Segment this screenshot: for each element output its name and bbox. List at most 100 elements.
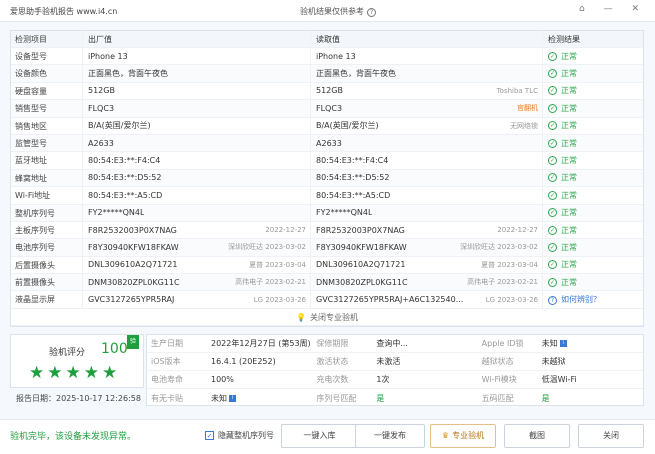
checkbox-icon[interactable]: ✓ xyxy=(205,431,214,440)
info-cell: Apple ID锁 未知 i xyxy=(478,338,643,349)
read-cell: DNM30820ZPL0KG11C 高伟电子 2023-02-21 xyxy=(311,274,543,291)
hide-serial-toggle[interactable]: ✓ 隐藏整机序列号 xyxy=(205,430,274,441)
read-value: A2633 xyxy=(316,138,342,148)
item-label: 电池序列号 xyxy=(11,239,83,256)
read-cell: FLQC3 官翻机 xyxy=(311,100,543,117)
info-value: 未知 xyxy=(211,393,227,403)
result-cell: ? 如何辨别？ xyxy=(543,291,643,307)
factory-cell: F8R2532003P0X7NAG 2022-12-27 xyxy=(83,221,311,239)
factory-note: LG 2023-03-26 xyxy=(253,295,306,304)
read-note: 深圳欣旺达 2023-03-02 xyxy=(460,243,538,252)
store-button[interactable]: 一键入库 xyxy=(281,424,358,448)
result-cell: ✓ 正常 xyxy=(543,274,643,290)
info-icon[interactable]: i xyxy=(559,340,567,347)
factory-value: 512GB xyxy=(88,86,115,96)
factory-value: DNL309610A2Q71721 xyxy=(88,260,178,270)
result-cell: ✓ 正常 xyxy=(543,222,643,238)
bottom-bar: 验机完毕，该设备未发现异常。 ✓ 隐藏整机序列号 一键入库 一键发布 ♛ 专业验机 … xyxy=(0,419,655,454)
read-value: 80:54:E3:**:A5:CD xyxy=(316,190,391,200)
factory-note: 夏普 2023-03-04 xyxy=(249,260,306,269)
read-value: DNM30820ZPL0KG11C xyxy=(316,277,408,287)
item-label: 蜂窝地址 xyxy=(11,169,83,187)
table-row: 整机序列号 FY2*****QN4L FY2*****QN4L ✓ 正常 xyxy=(11,204,643,222)
read-note: 无网络锁 xyxy=(510,121,538,130)
read-value: iPhone 13 xyxy=(316,51,356,61)
item-label: 整机序列号 xyxy=(11,204,83,221)
result-ok: ✓ 正常 xyxy=(548,190,577,200)
check-circle-icon: ✓ xyxy=(548,51,557,61)
read-note: 官翻机 xyxy=(517,104,538,113)
result-cell: ✓ 正常 xyxy=(543,239,643,255)
table-row: 蓝牙地址 80:54:E3:**:F4:C4 80:54:E3:**:F4:C4 ✓ 正… xyxy=(11,152,643,170)
factory-cell: 正面黑色，背面午夜色 xyxy=(83,65,311,82)
info-cell: 激活状态 未激活 xyxy=(312,356,477,367)
result-ok: ✓ 正常 xyxy=(548,51,577,61)
result-ok: ✓ 正常 xyxy=(548,69,577,79)
window-controls[interactable]: ⌂ — ✕ xyxy=(579,4,647,14)
table-row: 电池序列号 F8Y30940KFW18FKAW 深圳欣旺达 2023-03-02 F8… xyxy=(11,239,643,257)
pro-verify-button[interactable]: ♛ 专业验机 xyxy=(430,424,496,448)
close-pro-verify-row[interactable]: 💡 关闭专业验机 xyxy=(11,308,643,327)
help-icon[interactable]: ? xyxy=(367,8,376,17)
result-cell: ✓ 正常 xyxy=(543,135,643,151)
how-to-identify-link[interactable]: ? 如何辨别？ xyxy=(548,294,601,306)
table-row: 监管型号 A2633 A2633 ✓ 正常 xyxy=(11,134,643,153)
factory-value: 80:54:E3:**:D5:52 xyxy=(88,173,162,183)
score-label: 验机评分 xyxy=(49,348,86,358)
table-row: 销售地区 B/A(英国/爱尔兰) B/A(英国/爱尔兰) 无网络锁 ✓ 正常 xyxy=(11,117,643,135)
check-circle-icon: ✓ xyxy=(548,277,557,287)
result-ok: ✓ 正常 xyxy=(548,138,577,148)
close-button[interactable]: 关闭 xyxy=(578,424,644,448)
item-label: 蓝牙地址 xyxy=(11,152,83,169)
read-value: F8Y30940KFW18FKAW xyxy=(316,242,407,252)
info-value: 低温Wi-Fi xyxy=(541,375,577,384)
score-value: 100 xyxy=(101,341,128,357)
info-value: 未激活 xyxy=(376,357,401,366)
factory-value: 80:54:E3:**:F4:C4 xyxy=(88,156,161,166)
screenshot-button[interactable]: 截图 xyxy=(504,424,570,448)
read-value: FLQC3 xyxy=(316,103,343,113)
info-value: 未越狱 xyxy=(541,357,566,366)
info-row: iOS版本 16.4.1 (20E252) 激活状态 未激活 越狱状态 未越狱 xyxy=(147,353,643,371)
table-row: 设备型号 iPhone 13 iPhone 13 ✓ 正常 xyxy=(11,48,643,66)
info-key: 激活状态 xyxy=(316,357,349,366)
info-cell: 保修期限 查询中... xyxy=(312,338,477,349)
info-cell: 充电次数 1次 xyxy=(312,374,477,385)
info-cell: 序列号匹配 是 xyxy=(312,393,477,404)
result-cell: ✓ 正常 xyxy=(543,187,643,203)
factory-cell: FY2*****QN4L xyxy=(83,204,311,221)
factory-value: FLQC3 xyxy=(88,103,115,113)
info-cell: Wi-Fi模块 低温Wi-Fi xyxy=(478,374,643,385)
factory-note: 高伟电子 2023-02-21 xyxy=(235,278,306,287)
factory-value: iPhone 13 xyxy=(88,51,128,61)
check-circle-icon: ✓ xyxy=(548,208,557,218)
check-circle-icon: ✓ xyxy=(548,156,557,166)
publish-button[interactable]: 一键发布 xyxy=(355,424,425,448)
info-cell: 越狱状态 未越狱 xyxy=(478,356,643,367)
check-circle-icon: ✓ xyxy=(548,103,557,113)
item-label: 主板序列号 xyxy=(11,221,83,239)
factory-cell: FLQC3 xyxy=(83,100,311,117)
result-ok: ✓ 正常 xyxy=(548,121,577,131)
info-value: 100% xyxy=(211,375,234,384)
check-circle-icon: ✓ xyxy=(548,69,557,79)
result-ok: ✓ 正常 xyxy=(548,103,577,113)
info-value: 1次 xyxy=(376,375,390,384)
read-cell: iPhone 13 xyxy=(311,48,543,65)
check-table: 检测项目 出厂值 读取值 检测结果 设备型号 iPhone 13 iPhone 13… xyxy=(10,30,644,328)
factory-cell: GVC3127265YPR5RAJ LG 2023-03-26 xyxy=(83,291,311,308)
result-cell: ✓ 正常 xyxy=(543,65,643,81)
item-label: 后置摄像头 xyxy=(11,256,83,274)
item-label: 设备颜色 xyxy=(11,65,83,82)
info-icon[interactable]: i xyxy=(229,394,236,402)
factory-cell: F8Y30940KFW18FKAW 深圳欣旺达 2023-03-02 xyxy=(83,239,311,256)
factory-value: 正面黑色，背面午夜色 xyxy=(88,69,168,79)
read-value: 80:54:E3:**:F4:C4 xyxy=(316,156,389,166)
table-row: 主板序列号 F8R2532003P0X7NAG 2022-12-27 F8R25320… xyxy=(11,221,643,240)
result-ok: ✓ 正常 xyxy=(548,86,577,96)
read-cell: 80:54:E3:**:F4:C4 xyxy=(311,152,543,169)
info-key: iOS版本 xyxy=(151,357,181,366)
info-key: 越狱状态 xyxy=(481,357,514,366)
factory-value: DNM30820ZPL0KG11C xyxy=(88,277,180,287)
window-title: 验机结果仅供参考? xyxy=(300,6,376,17)
